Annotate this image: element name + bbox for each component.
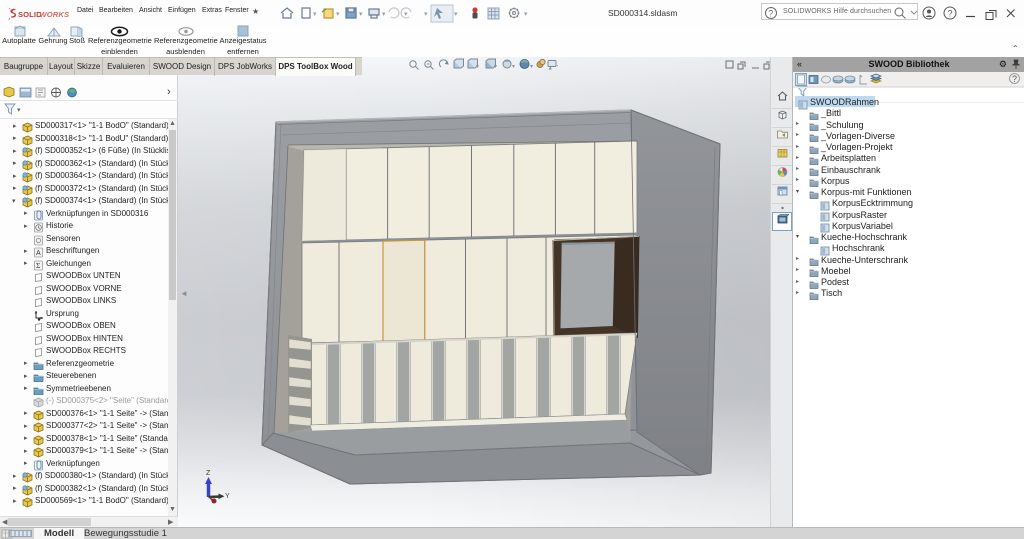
svg-text:◄: ◄ <box>180 289 188 298</box>
svg-text:▾: ▾ <box>524 11 528 18</box>
svg-text:▾: ▾ <box>17 107 21 114</box>
svg-text:?: ? <box>948 9 953 19</box>
svg-text:Z: Z <box>206 470 211 477</box>
svg-text:▾: ▾ <box>476 64 479 70</box>
svg-text:▾: ▾ <box>557 64 558 70</box>
svg-text:Y: Y <box>225 493 230 500</box>
svg-text:Σ: Σ <box>36 261 40 270</box>
svg-text:SOLID: SOLID <box>18 10 42 19</box>
svg-text:▾: ▾ <box>454 11 458 18</box>
svg-text:WORKS: WORKS <box>40 10 70 19</box>
svg-text:▾: ▾ <box>359 11 363 18</box>
svg-text:▾: ▾ <box>336 11 340 18</box>
svg-text:A: A <box>36 250 41 257</box>
svg-text:▾: ▾ <box>512 64 515 70</box>
svg-text:▾: ▾ <box>530 64 533 70</box>
svg-text:▾: ▾ <box>313 11 317 18</box>
svg-text:?: ? <box>768 9 773 19</box>
svg-text:▾: ▾ <box>404 11 408 18</box>
svg-text:▾: ▾ <box>494 64 497 70</box>
svg-text:▾: ▾ <box>424 11 428 18</box>
svg-text:▾: ▾ <box>382 11 386 18</box>
